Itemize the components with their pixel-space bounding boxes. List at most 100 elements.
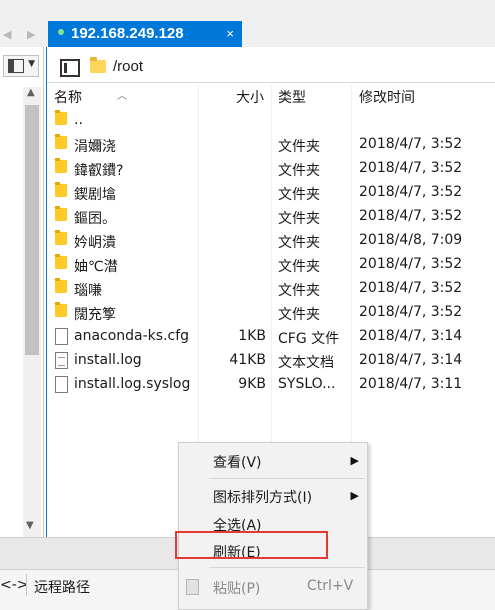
path-bar: /root xyxy=(47,51,495,83)
folder-row[interactable]: 妯℃澘 文件夹 2018/4/7, 3:52 xyxy=(47,253,495,277)
scroll-down-icon[interactable]: ▼ xyxy=(26,520,34,531)
submenu-arrow-icon: ▶ xyxy=(350,454,359,467)
file-type: 文件夹 xyxy=(278,163,320,179)
vertical-scrollbar[interactable]: ▲ ▼ xyxy=(23,87,41,537)
file-modified: 2018/4/7, 3:52 xyxy=(359,136,463,152)
file-name: 妯℃澘 xyxy=(74,259,118,275)
file-type: 文件夹 xyxy=(278,307,320,323)
path-field[interactable]: /root xyxy=(113,58,143,75)
file-name: .. xyxy=(74,112,83,128)
file-icon xyxy=(55,352,68,369)
file-modified: 2018/4/7, 3:52 xyxy=(359,280,463,296)
file-name: anaconda-ks.cfg xyxy=(74,328,190,344)
context-menu: 查看(V) ▶ 图标排列方式(I) ▶ 全选(A) 刷新(E) 粘贴(P) Ct… xyxy=(178,442,368,610)
file-type: 文本文档 xyxy=(278,355,334,371)
connected-indicator-icon xyxy=(58,29,64,36)
menu-separator xyxy=(209,478,365,479)
file-modified: 2018/4/7, 3:52 xyxy=(359,208,463,224)
folder-icon xyxy=(55,158,67,173)
file-name: 鏂囨。 xyxy=(74,211,116,227)
menu-item-paste[interactable]: 粘贴(P) Ctrl+V xyxy=(179,573,367,601)
file-type: 文件夹 xyxy=(278,139,320,155)
folder-row[interactable]: 瑙嗛 文件夹 2018/4/7, 3:52 xyxy=(47,277,495,301)
folder-row[interactable]: 闊充箰 文件夹 2018/4/7, 3:52 xyxy=(47,301,495,325)
file-size: 1KB xyxy=(238,328,266,344)
folder-row[interactable]: 鏂囨。 文件夹 2018/4/7, 3:52 xyxy=(47,205,495,229)
tab-strip: ◀ ▶ 192.168.249.128 × xyxy=(0,0,495,47)
file-modified: 2018/4/7, 3:14 xyxy=(359,328,463,344)
file-name: 鍏叡鐨? xyxy=(74,163,124,179)
file-row[interactable]: install.log.syslog 9KB SYSLO... 2018/4/7, 3… xyxy=(47,373,495,397)
column-size[interactable]: 大小 xyxy=(236,87,264,107)
file-type: 文件夹 xyxy=(278,283,320,299)
folder-row[interactable]: 鍏叡鐨? 文件夹 2018/4/7, 3:52 xyxy=(47,157,495,181)
folder-icon xyxy=(55,182,67,197)
file-size: 9KB xyxy=(238,376,266,392)
submenu-arrow-icon: ▶ xyxy=(350,489,359,502)
folder-row[interactable]: 涓嬭浇 文件夹 2018/4/7, 3:52 xyxy=(47,133,495,157)
file-modified: 2018/4/7, 3:14 xyxy=(359,352,463,368)
close-icon[interactable]: × xyxy=(226,21,234,47)
paste-icon xyxy=(186,579,199,595)
file-type: 文件夹 xyxy=(278,259,320,275)
file-row[interactable]: anaconda-ks.cfg 1KB CFG 文件 2018/4/7, 3:14 xyxy=(47,325,495,349)
file-type: 文件夹 xyxy=(278,211,320,227)
menu-item-label: 粘贴(P) xyxy=(213,581,261,597)
menu-item-view[interactable]: 查看(V) ▶ xyxy=(179,447,367,475)
file-modified: 2018/4/8, 7:09 xyxy=(359,232,463,248)
scroll-up-icon[interactable]: ▲ xyxy=(27,87,35,98)
menu-item-shortcut: Ctrl+V xyxy=(307,578,354,594)
tab-title: 192.168.249.128 xyxy=(71,25,184,42)
status-arrows: <-> xyxy=(0,577,29,593)
highlight-box xyxy=(175,531,328,559)
folder-icon xyxy=(55,134,67,149)
file-name: install.log xyxy=(74,352,142,368)
folder-icon xyxy=(55,254,67,269)
remote-path-label: 远程路径 xyxy=(34,580,90,596)
file-type: SYSLO... xyxy=(278,376,336,392)
file-name: 瑙嗛 xyxy=(74,283,102,299)
pane-layout-icon xyxy=(8,59,24,73)
session-tab[interactable]: 192.168.249.128 × xyxy=(48,21,242,47)
file-type: CFG 文件 xyxy=(278,331,340,347)
status-divider xyxy=(26,574,27,596)
menu-item-label: 查看(V) xyxy=(213,455,262,471)
file-name: 涓嬭浇 xyxy=(74,139,116,155)
file-icon xyxy=(55,376,68,393)
file-modified: 2018/4/7, 3:52 xyxy=(359,184,463,200)
file-modified: 2018/4/7, 3:52 xyxy=(359,304,463,320)
local-pane: ▼ ▲ ▼ xyxy=(0,47,44,537)
file-size: 41KB xyxy=(229,352,266,368)
tab-scroll-arrows[interactable]: ◀ ▶ xyxy=(0,22,44,47)
column-type[interactable]: 类型 xyxy=(278,87,306,107)
folder-row[interactable]: 妗岄潰 文件夹 2018/4/8, 7:09 xyxy=(47,229,495,253)
file-type: 文件夹 xyxy=(278,187,320,203)
sort-ascending-icon: ︿ xyxy=(117,91,127,102)
menu-separator xyxy=(209,567,365,568)
file-modified: 2018/4/7, 3:11 xyxy=(359,376,463,392)
file-name: 闊充箰 xyxy=(74,307,116,323)
folder-icon xyxy=(55,302,67,317)
scroll-thumb[interactable] xyxy=(25,105,39,355)
toggle-pane-icon[interactable] xyxy=(60,59,80,77)
folder-icon xyxy=(55,206,67,221)
file-name: install.log.syslog xyxy=(74,376,191,392)
menu-item-arrange-icons[interactable]: 图标排列方式(I) ▶ xyxy=(179,482,367,510)
folder-icon xyxy=(55,110,67,125)
file-row[interactable]: install.log 41KB 文本文档 2018/4/7, 3:14 xyxy=(47,349,495,373)
file-name: 妗岄潰 xyxy=(74,235,116,251)
menu-item-label: 图标排列方式(I) xyxy=(213,490,313,506)
chevron-down-icon: ▼ xyxy=(28,59,35,69)
file-name: 鍥剧墖 xyxy=(74,187,116,203)
file-icon xyxy=(55,328,68,345)
column-name[interactable]: 名称 xyxy=(54,87,82,107)
folder-row[interactable]: .. xyxy=(47,109,495,133)
view-mode-button[interactable]: ▼ xyxy=(3,55,39,77)
column-time[interactable]: 修改时间 xyxy=(359,87,415,107)
file-modified: 2018/4/7, 3:52 xyxy=(359,160,463,176)
folder-icon xyxy=(90,57,106,73)
folder-icon xyxy=(55,230,67,245)
folder-row[interactable]: 鍥剧墖 文件夹 2018/4/7, 3:52 xyxy=(47,181,495,205)
file-type: 文件夹 xyxy=(278,235,320,251)
file-modified: 2018/4/7, 3:52 xyxy=(359,256,463,272)
